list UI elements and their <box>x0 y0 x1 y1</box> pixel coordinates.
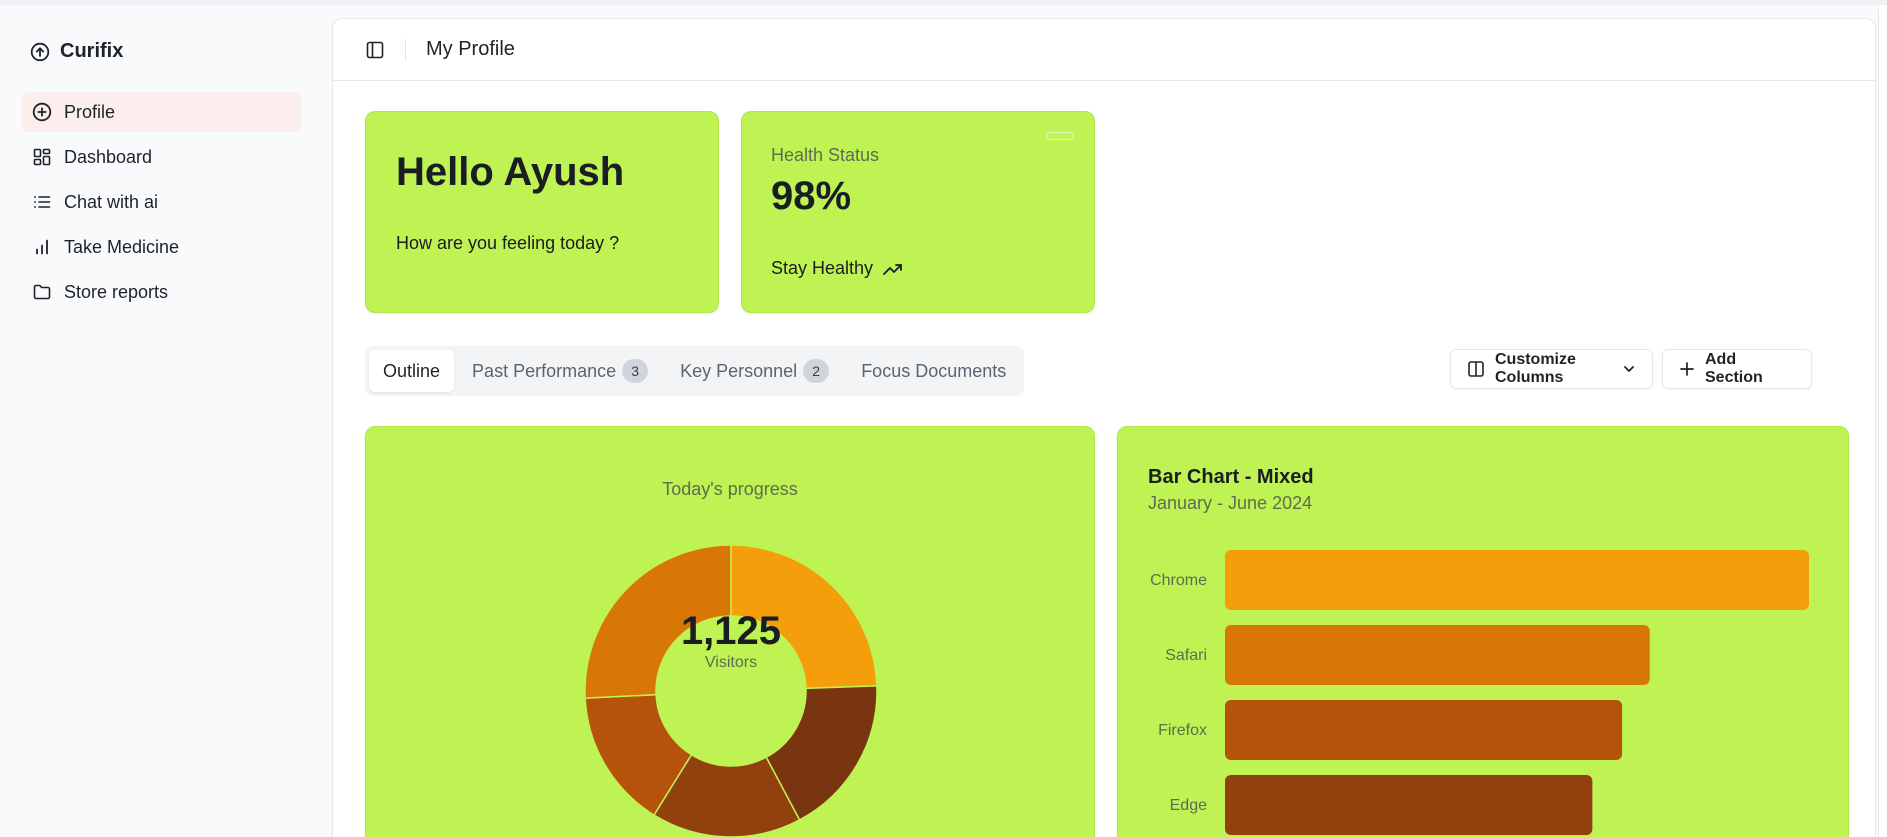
bar-label-chrome: Chrome <box>1150 572 1207 589</box>
health-status-value: 98% <box>771 174 852 218</box>
greeting-title: Hello Ayush <box>396 150 625 194</box>
bar-label-safari: Safari <box>1165 647 1207 664</box>
bar-chart-card: Bar Chart - Mixed January - June 2024 Ch… <box>1117 426 1849 837</box>
sidebar-toggle-icon[interactable] <box>365 40 385 60</box>
count-badge: 2 <box>803 359 830 383</box>
bar-chrome[interactable] <box>1225 550 1809 610</box>
main-panel: My Profile Hello Ayush How are you feeli… <box>332 18 1876 837</box>
brand-name: Curifix <box>60 40 124 62</box>
bar-firefox[interactable] <box>1225 700 1623 760</box>
donut-center-value: 1,125 <box>681 609 781 653</box>
columns-icon <box>1467 360 1485 378</box>
tab-key-personnel[interactable]: Key Personnel 2 <box>666 350 843 392</box>
greeting-subtitle: How are you feeling today ? <box>396 233 620 253</box>
bar-label-edge: Edge <box>1170 797 1207 814</box>
sidebar-item-store-reports[interactable]: Store reports <box>22 272 302 312</box>
trending-up-icon <box>883 262 903 276</box>
add-section-button[interactable]: Add Section <box>1662 349 1812 389</box>
health-status-card: Health Status 98% Stay Healthy <box>741 111 1095 313</box>
sidebar-item-chat-with-ai[interactable]: Chat with ai <box>22 182 302 222</box>
window-edge <box>1878 5 1887 837</box>
bar-chart-icon <box>32 237 52 257</box>
donut-chart: 1,125 Visitors <box>584 544 878 837</box>
health-status-label: Health Status <box>771 145 880 165</box>
app-root: Curifix Profile Dashboard Chat with ai T… <box>0 0 1887 837</box>
bar-safari[interactable] <box>1225 625 1650 685</box>
status-indicator <box>1046 132 1074 140</box>
bar-label-firefox: Firefox <box>1158 722 1207 739</box>
sidebar-item-label: Profile <box>64 101 116 122</box>
sidebar-item-dashboard[interactable]: Dashboard <box>22 137 302 177</box>
progress-chart-card: Today's progress 1,125 Visitors <box>365 426 1095 837</box>
sidebar-item-label: Dashboard <box>64 146 153 167</box>
page-title: My Profile <box>426 38 515 60</box>
customize-columns-label: Customize Columns <box>1495 351 1576 386</box>
sidebar-item-profile[interactable]: Profile <box>22 92 302 132</box>
add-section-label: Add Section <box>1705 351 1763 386</box>
plus-circle-icon <box>32 102 52 122</box>
sidebar-item-label: Store reports <box>64 281 169 302</box>
sidebar-nav: Profile Dashboard Chat with ai Take Medi… <box>22 92 302 317</box>
donut-center-label: Visitors <box>705 654 757 671</box>
health-footer-text: Stay Healthy <box>771 258 874 278</box>
sidebar-item-label: Chat with ai <box>64 191 159 212</box>
arrow-up-circle-icon <box>30 42 50 62</box>
sidebar-item-label: Take Medicine <box>64 236 180 257</box>
tab-label: Outline <box>383 360 441 381</box>
tab-bar: Outline Past Performance 3 Key Personnel… <box>365 346 1025 396</box>
folder-icon <box>32 282 52 302</box>
sidebar-item-take-medicine[interactable]: Take Medicine <box>22 227 302 267</box>
header: My Profile <box>333 19 1875 81</box>
bar-edge[interactable] <box>1225 775 1593 835</box>
sidebar: Curifix Profile Dashboard Chat with ai T… <box>0 10 330 837</box>
chevron-down-icon <box>1622 362 1636 376</box>
tab-focus-documents[interactable]: Focus Documents <box>847 350 1020 392</box>
tab-outline[interactable]: Outline <box>369 350 455 392</box>
tab-past-performance[interactable]: Past Performance 3 <box>458 350 662 392</box>
list-icon <box>32 192 52 212</box>
count-badge: 3 <box>622 359 649 383</box>
dashboard-icon <box>32 147 52 167</box>
tab-label: Past Performance <box>472 360 617 381</box>
brand[interactable]: Curifix <box>30 40 123 63</box>
header-divider <box>405 38 406 61</box>
health-footer: Stay Healthy <box>771 258 903 279</box>
greeting-card: Hello Ayush How are you feeling today ? <box>365 111 719 313</box>
tab-label: Focus Documents <box>861 360 1007 381</box>
bar-chart: Chrome Safari Firefox Edge <box>1150 550 1809 835</box>
plus-icon <box>1679 361 1695 377</box>
tab-label: Key Personnel <box>680 360 798 381</box>
customize-columns-button[interactable]: Customize Columns <box>1450 349 1653 389</box>
